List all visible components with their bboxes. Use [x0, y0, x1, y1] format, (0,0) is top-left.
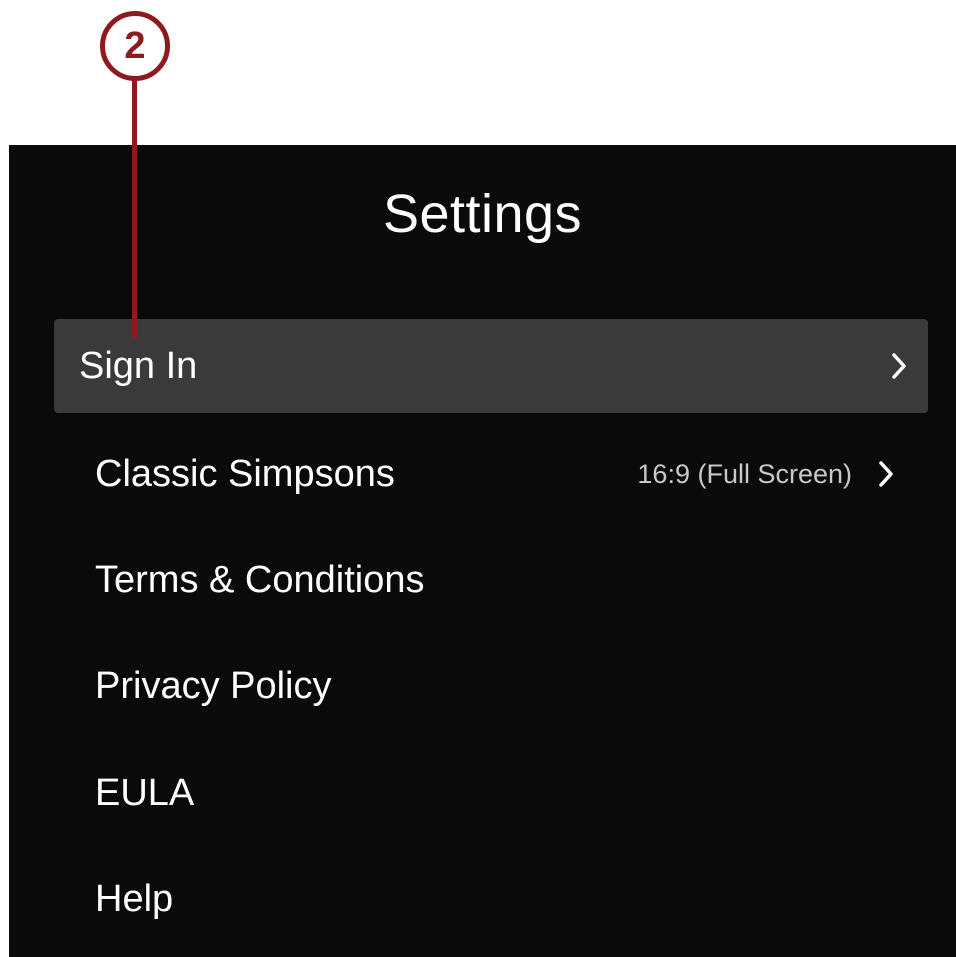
menu-item-label: Sign In: [79, 345, 198, 387]
menu-item-label: Help: [95, 878, 174, 920]
menu-item-label: Classic Simpsons: [95, 453, 395, 495]
page-title: Settings: [382, 184, 583, 244]
menu-item-label: Terms & Conditions: [95, 559, 425, 601]
callout-leader-line: [132, 80, 137, 338]
menu-item-eula[interactable]: EULA: [54, 746, 928, 840]
chevron-right-icon: [879, 461, 893, 487]
menu-item-value: 16:9 (Full Screen): [637, 458, 852, 489]
menu-item-privacy-policy[interactable]: Privacy Policy: [54, 639, 928, 733]
settings-screen: Settings Sign In Classic Simpsons 16:9 (…: [9, 145, 956, 957]
menu-item-classic-simpsons[interactable]: Classic Simpsons 16:9 (Full Screen): [54, 427, 928, 521]
callout-number: 2: [124, 25, 146, 67]
menu-item-label: EULA: [95, 772, 195, 814]
chevron-right-icon: [892, 353, 906, 379]
callout-badge: 2: [100, 11, 170, 81]
menu-item-terms-conditions[interactable]: Terms & Conditions: [54, 533, 928, 627]
menu-item-label: Privacy Policy: [95, 665, 332, 707]
menu-item-sign-in[interactable]: Sign In: [54, 319, 928, 413]
menu-item-help[interactable]: Help: [54, 852, 928, 946]
